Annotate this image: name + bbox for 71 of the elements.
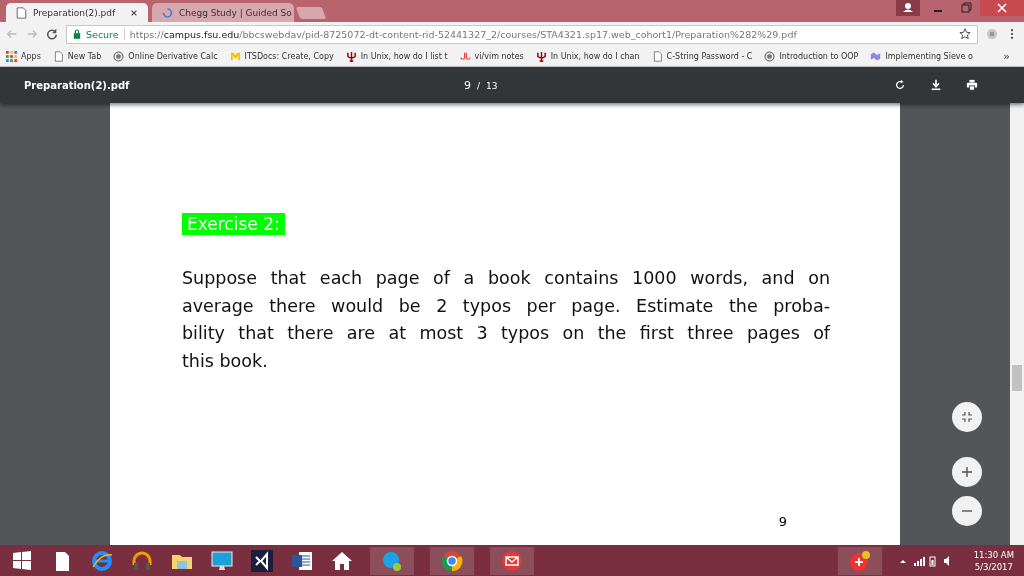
exercise-heading: Exercise 2: [182, 213, 285, 235]
close-icon[interactable] [980, 0, 1024, 16]
clock-date: 5/3/2017 [974, 560, 1013, 573]
browser-e-icon[interactable] [90, 548, 114, 573]
bookmark-label: Apps [21, 51, 41, 61]
url-text: https://campus.fsu.edu/bbcswebdav/pid-8725072-dt-content-rid-52441327_2/courses/STA4321.sp17.web_cohort1/Preparation%282%29.pdf [129, 28, 797, 40]
windows-start-icon[interactable] [10, 548, 34, 573]
secure-label: Secure [86, 28, 119, 40]
globe-icon [113, 50, 125, 62]
chrome-icon[interactable] [430, 546, 474, 575]
scrollbar[interactable] [1010, 103, 1024, 545]
apps-grid-icon [6, 50, 17, 62]
address-bar[interactable]: Secure https://campus.fsu.edu/bbcswebdav/pid-8725072-dt-content-rid-52441327_2/courses/STA4321.sp17.web_cohort1/Preparation%282%29.pdf [66, 24, 978, 44]
tab-title: Chegg Study | Guided So [179, 7, 292, 18]
bookmark-label: In Unix, how do I list t [360, 51, 448, 61]
bookmark-label: Implementing Sieve o [885, 51, 973, 61]
loading-spinner-icon [162, 6, 173, 19]
clock-time: 11:30 AM [973, 548, 1014, 561]
scrollbar-thumb[interactable] [1012, 365, 1022, 391]
bookmark-item[interactable]: Apps [6, 50, 41, 62]
monitor-icon[interactable] [210, 548, 234, 573]
zoom-in-button[interactable] [952, 457, 982, 487]
bookmark-item[interactable]: Implementing Sieve o [870, 50, 973, 62]
file-name: Preparation(2).pdf [24, 79, 131, 91]
bookmarks-overflow[interactable]: » [1003, 49, 1018, 63]
trident-icon [535, 50, 547, 62]
db-logo-icon [459, 50, 471, 62]
bookmark-item[interactable]: Introduction to OOP [764, 50, 859, 62]
bookmark-item[interactable]: C-String Password - C [651, 50, 753, 62]
tab-title: Preparation(2).pdf [33, 7, 117, 18]
print-icon[interactable] [966, 79, 978, 91]
bookmark-label: vi/vim notes [474, 51, 524, 61]
bookmark-item[interactable]: vi/vim notes [459, 50, 524, 62]
page-number: 9 [778, 514, 787, 529]
bookmark-label: Introduction to OOP [779, 51, 859, 61]
bookmark-item[interactable]: New Tab [52, 50, 102, 62]
fit-page-button[interactable] [952, 402, 982, 432]
page-separator: / [477, 80, 481, 91]
download-icon[interactable] [930, 79, 942, 91]
bookmark-label: Online Derivative Calc [128, 51, 218, 61]
browser-tab[interactable]: Chegg Study | Guided So [152, 3, 294, 22]
bookmark-item[interactable]: Online Derivative Calc [113, 50, 218, 62]
reload-icon[interactable] [46, 28, 58, 40]
mail-icon[interactable] [490, 546, 534, 575]
bookmark-label: C-String Password - C [666, 51, 753, 61]
trident-icon [345, 50, 357, 62]
bookmark-item[interactable]: ITSDocs: Create, Copy [229, 50, 334, 62]
rotate-icon[interactable] [894, 79, 906, 91]
antivirus-icon[interactable] [837, 546, 882, 575]
extension-icon[interactable] [986, 28, 998, 40]
document-icon [651, 50, 663, 62]
exercise-text: Suppose that each page of a book contains 1000 words, and on average there would be 2 typos per page. Estimate the proba- bility that there are at most 3 typos on the first three pages of this book. [182, 267, 830, 373]
profile-icon[interactable] [896, 0, 920, 16]
globe-icon [764, 50, 776, 62]
chat-app-icon[interactable] [370, 546, 414, 575]
document-icon [52, 50, 64, 62]
bookmark-item[interactable]: In Unix, how do I list t [345, 50, 448, 62]
page-number-field[interactable]: 9 [464, 78, 471, 92]
lock-icon [73, 29, 81, 39]
code-editor-icon[interactable] [250, 548, 274, 573]
page-count: 13 [486, 80, 498, 91]
bookmark-label: ITSDocs: Create, Copy [244, 51, 334, 61]
bookmark-label: New Tab [67, 51, 102, 61]
browser-tab[interactable]: Preparation(2).pdf [6, 3, 148, 22]
bookmark-item[interactable]: In Unix, how do I chan [535, 50, 640, 62]
document-icon [16, 6, 27, 19]
block-m-icon [229, 50, 241, 62]
zoom-out-button[interactable] [952, 496, 982, 526]
star-icon[interactable] [959, 28, 971, 40]
bookmark-label: In Unix, how do I chan [550, 51, 640, 61]
close-icon[interactable] [130, 8, 138, 17]
